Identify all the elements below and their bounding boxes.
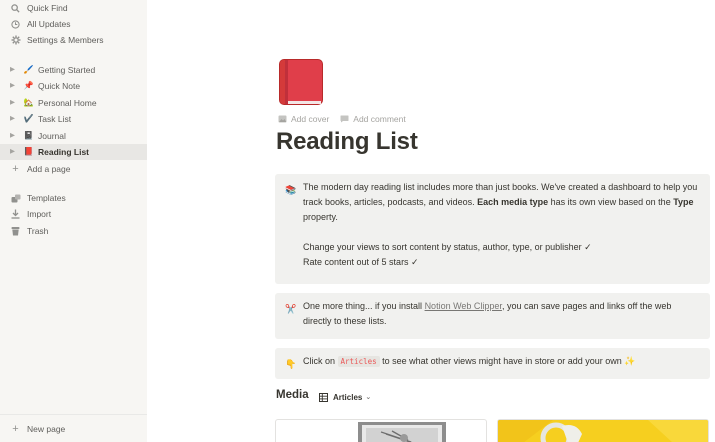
page-actions: Add cover Add comment bbox=[277, 113, 416, 125]
settings-members-label: Settings & Members bbox=[27, 35, 104, 45]
sidebar-item-label: Getting Started bbox=[38, 65, 96, 75]
card-cover-image bbox=[498, 420, 708, 442]
paintbrush-icon: 🖌️ bbox=[23, 65, 34, 74]
closed-book-icon: 📕 bbox=[23, 147, 34, 156]
add-cover-button[interactable]: Add cover bbox=[277, 113, 329, 125]
sidebar-item-journal[interactable]: ▶ 📓 Journal bbox=[0, 128, 147, 144]
image-icon bbox=[277, 115, 287, 124]
callout-bold-text: Each media type bbox=[477, 197, 549, 207]
clipper-callout[interactable]: ✂️ One more thing... if you install Noti… bbox=[275, 293, 710, 339]
database-title[interactable]: Media bbox=[276, 389, 309, 401]
expand-triangle-icon[interactable]: ▶ bbox=[10, 130, 18, 142]
sidebar-item-task-list[interactable]: ▶ ✔️ Task List bbox=[0, 111, 147, 127]
callout-text-part: property. bbox=[303, 212, 338, 222]
books-icon: 📚 bbox=[285, 185, 297, 195]
gear-icon bbox=[10, 34, 21, 46]
settings-members-button[interactable]: Settings & Members bbox=[0, 32, 147, 48]
expand-triangle-icon[interactable]: ▶ bbox=[10, 80, 18, 92]
quick-find-button[interactable]: Quick Find bbox=[0, 0, 147, 16]
sidebar-item-label: Reading List bbox=[38, 147, 90, 157]
checkmark-icon: ✔️ bbox=[23, 114, 34, 123]
plus-icon: + bbox=[12, 423, 19, 435]
callout-bold-text: Type bbox=[673, 197, 694, 207]
view-selector[interactable]: Articles ⌄ bbox=[319, 391, 371, 403]
table-icon bbox=[319, 392, 329, 402]
sidebar-item-label: Journal bbox=[38, 131, 66, 141]
scissors-icon: ✂️ bbox=[285, 304, 297, 314]
new-page-label: New page bbox=[27, 424, 66, 434]
add-comment-label: Add comment bbox=[353, 114, 406, 124]
import-label: Import bbox=[27, 209, 52, 219]
sidebar-item-label: Personal Home bbox=[38, 98, 97, 108]
gallery-card[interactable] bbox=[275, 419, 487, 442]
trash-label: Trash bbox=[27, 226, 49, 236]
templates-label: Templates bbox=[27, 193, 66, 203]
new-page-button[interactable]: + New page bbox=[0, 421, 147, 437]
expand-triangle-icon[interactable]: ▶ bbox=[10, 113, 18, 125]
callout-text-part: to see what other views might have in st… bbox=[379, 356, 636, 366]
expand-triangle-icon[interactable]: ▶ bbox=[10, 97, 18, 109]
callout-text: One more thing... if you install Notion … bbox=[303, 299, 698, 329]
plus-icon: + bbox=[12, 163, 19, 175]
page-title[interactable]: Reading List bbox=[276, 128, 418, 156]
callout-text-part: Click on bbox=[303, 356, 338, 366]
card-cover-image bbox=[358, 422, 446, 442]
all-updates-label: All Updates bbox=[27, 19, 71, 29]
all-updates-button[interactable]: All Updates bbox=[0, 16, 147, 32]
expand-triangle-icon[interactable]: ▶ bbox=[10, 146, 18, 158]
sidebar-item-label: Task List bbox=[38, 114, 72, 124]
templates-icon bbox=[10, 192, 21, 204]
intro-callout[interactable]: 📚 The modern day reading list includes m… bbox=[275, 174, 710, 284]
new-page-bar: + New page bbox=[0, 414, 147, 442]
add-page-button[interactable]: + Add a page bbox=[0, 161, 147, 177]
sidebar-item-label: Quick Note bbox=[38, 81, 81, 91]
callout-line: Change your views to sort content by sta… bbox=[303, 242, 592, 252]
web-clipper-link[interactable]: Notion Web Clipper bbox=[425, 301, 502, 311]
callout-text: Click on Articles to see what other view… bbox=[303, 354, 698, 369]
gallery-card[interactable] bbox=[497, 419, 709, 442]
callout-line: Rate content out of 5 stars ✓ bbox=[303, 257, 419, 267]
inline-code: Articles bbox=[337, 356, 380, 367]
sidebar-item-personal-home[interactable]: ▶ 🏡 Personal Home bbox=[0, 95, 147, 111]
trash-button[interactable]: Trash bbox=[0, 223, 147, 239]
import-button[interactable]: Import bbox=[0, 206, 147, 222]
sidebar-item-getting-started[interactable]: ▶ 🖌️ Getting Started bbox=[0, 62, 147, 78]
view-label: Articles bbox=[333, 392, 363, 402]
clock-icon bbox=[10, 18, 21, 30]
closed-book-icon[interactable] bbox=[277, 57, 325, 107]
quick-find-label: Quick Find bbox=[27, 3, 68, 13]
trash-icon bbox=[10, 225, 21, 237]
pushpin-icon: 📌 bbox=[23, 81, 34, 90]
add-cover-label: Add cover bbox=[291, 114, 330, 124]
comment-icon bbox=[339, 115, 349, 124]
chevron-down-icon: ⌄ bbox=[365, 394, 372, 401]
callout-text-part: One more thing... if you install bbox=[303, 301, 425, 311]
import-icon bbox=[10, 208, 21, 220]
callout-text: The modern day reading list includes mor… bbox=[303, 180, 698, 270]
sidebar: Quick Find All Updates Settings & Member… bbox=[0, 0, 147, 442]
callout-text-part: has its own view based on the bbox=[548, 197, 674, 207]
templates-button[interactable]: Templates bbox=[0, 190, 147, 206]
pointing-down-icon: 👇 bbox=[285, 359, 297, 369]
search-icon bbox=[10, 2, 21, 14]
add-page-label: Add a page bbox=[27, 164, 71, 174]
views-callout[interactable]: 👇 Click on Articles to see what other vi… bbox=[275, 348, 710, 379]
sidebar-item-quick-note[interactable]: ▶ 📌 Quick Note bbox=[0, 78, 147, 94]
sidebar-item-reading-list[interactable]: ▶ 📕 Reading List bbox=[0, 144, 147, 160]
add-comment-button[interactable]: Add comment bbox=[339, 113, 406, 125]
expand-triangle-icon[interactable]: ▶ bbox=[10, 64, 18, 76]
house-icon: 🏡 bbox=[23, 98, 34, 107]
notebook-icon: 📓 bbox=[23, 131, 34, 140]
